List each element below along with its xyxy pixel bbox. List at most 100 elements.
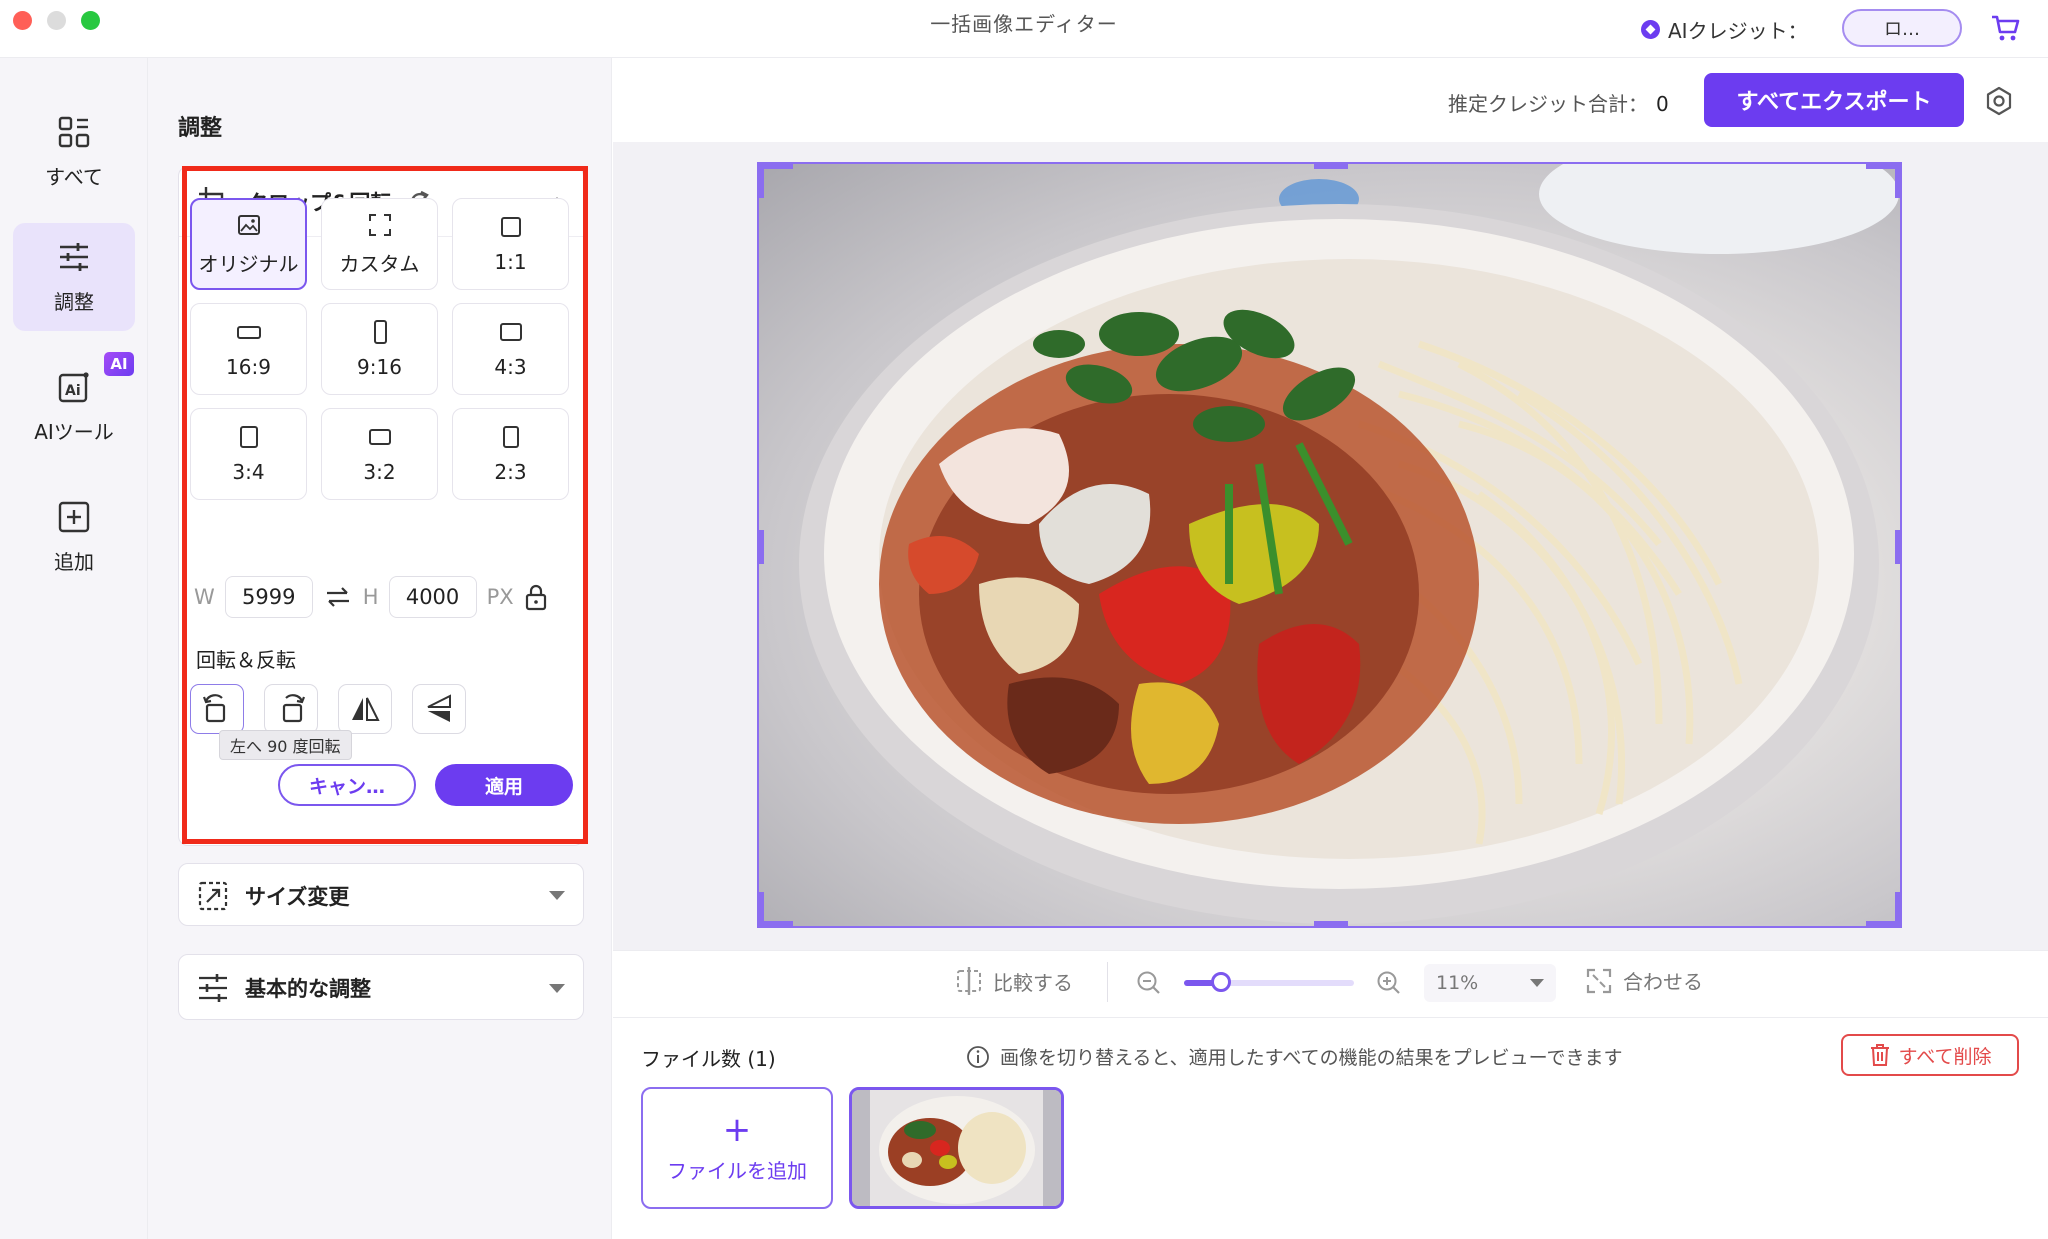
square-ratio-icon: [500, 217, 521, 237]
unit-label: PX: [486, 585, 514, 609]
estimated-credit-value: 0: [1656, 92, 1669, 116]
add-file-label: ファイルを追加: [667, 1158, 807, 1183]
expand-icon[interactable]: [549, 983, 565, 993]
info-icon: [967, 1045, 989, 1068]
rotate-left-button[interactable]: [190, 684, 244, 734]
preview-info: 画像を切り替えると、適用したすべての機能の結果をプレビューできます: [966, 1043, 1622, 1070]
flip-vertical-icon: [427, 694, 451, 722]
image-icon: [237, 214, 260, 235]
expand-icon[interactable]: [549, 891, 565, 900]
ratio-9-16[interactable]: 9:16: [321, 303, 438, 395]
crop-handle[interactable]: [759, 921, 793, 926]
ai-credit-label: AIクレジット：: [1668, 18, 1808, 43]
rotate-tooltip: 左へ 90 度回転: [219, 730, 352, 760]
ratio-original[interactable]: オリジナル: [190, 198, 307, 290]
ratio-label: 3:4: [232, 460, 265, 484]
crop-handle[interactable]: [759, 164, 764, 198]
crop-handle[interactable]: [1314, 164, 1348, 169]
rotate-left-icon: [202, 694, 226, 723]
zoom-value: 11%: [1436, 972, 1479, 994]
delete-all-button[interactable]: すべて削除: [1841, 1034, 2019, 1076]
aspect-ratio-grid: オリジナル カスタム 1:1 16:9 9:16 4:3 3:4 3:2 2:3: [190, 198, 569, 500]
ratio-label: 9:16: [357, 355, 402, 379]
preview-image[interactable]: [757, 162, 1902, 928]
login-button[interactable]: ロ…: [1842, 9, 1962, 47]
ratio-16-9[interactable]: 16:9: [190, 303, 307, 395]
fit-icon: [1586, 968, 1612, 993]
cart-icon[interactable]: [1990, 14, 2020, 42]
compare-label: 比較する: [993, 970, 1073, 995]
delete-all-label: すべて削除: [1898, 1045, 1992, 1068]
basic-adjust-card[interactable]: 基本的な調整: [178, 954, 584, 1020]
ratio-custom[interactable]: カスタム: [321, 198, 438, 290]
crop-handle[interactable]: [1895, 892, 1900, 926]
tall-ratio-icon: [373, 320, 387, 344]
ai-credit: AIクレジット：: [1641, 14, 1808, 44]
thumbnail-image: [852, 1090, 1061, 1206]
rotate-right-button[interactable]: [264, 684, 318, 734]
chevron-down-icon: [1530, 979, 1544, 987]
file-count: ファイル数 (1): [641, 1047, 776, 1071]
flip-horizontal-button[interactable]: [338, 684, 392, 734]
plus-icon: +: [722, 1109, 752, 1150]
settings-icon[interactable]: [1984, 86, 2014, 116]
nav-item-all[interactable]: すべて: [13, 98, 135, 206]
estimated-credit-label: 推定クレジット合計：: [1448, 92, 1648, 116]
ai-badge: AI: [104, 352, 134, 376]
add-file-button[interactable]: + ファイルを追加: [641, 1087, 833, 1209]
width-input[interactable]: 5999: [224, 576, 313, 618]
zoom-out-icon[interactable]: [1136, 970, 1162, 996]
flip-vertical-button[interactable]: [412, 684, 466, 734]
basic-adjust-title: 基本的な調整: [245, 977, 371, 1001]
grid-icon: [58, 116, 90, 147]
crop-handle[interactable]: [1314, 921, 1348, 926]
landscape-ratio-icon: [368, 429, 391, 445]
nav-item-add[interactable]: 追加: [13, 483, 135, 591]
resize-card[interactable]: サイズ変更: [178, 863, 584, 926]
nav-label-all: すべて: [45, 164, 103, 189]
trash-icon: [1870, 1044, 1889, 1066]
apply-button[interactable]: 適用: [435, 764, 573, 806]
crop-handle[interactable]: [1895, 164, 1900, 198]
add-icon: [58, 501, 90, 532]
compare-icon: [957, 967, 981, 995]
crop-handle[interactable]: [759, 530, 764, 564]
export-all-button[interactable]: すべてエクスポート: [1704, 73, 1964, 127]
ratio-3-2[interactable]: 3:2: [321, 408, 438, 500]
ratio-2-3[interactable]: 2:3: [452, 408, 569, 500]
ratio-4-3[interactable]: 4:3: [452, 303, 569, 395]
title-bar: 一括画像エディター AIクレジット： ロ…: [0, 0, 2048, 58]
ratio-label: 2:3: [494, 460, 527, 484]
ai-credit-icon: [1641, 19, 1660, 39]
fit-label: 合わせる: [1623, 970, 1703, 994]
lock-icon[interactable]: [524, 583, 548, 611]
compare-button[interactable]: 比較する: [955, 966, 1073, 996]
landscape-ratio-icon: [499, 323, 522, 341]
nav-item-adjust[interactable]: 調整: [13, 223, 135, 331]
file-thumbnail[interactable]: [849, 1087, 1064, 1209]
ratio-3-4[interactable]: 3:4: [190, 408, 307, 500]
rotate-right-icon: [282, 694, 306, 723]
rotate-flip-title: 回転＆反転: [196, 648, 296, 672]
estimated-credit: 推定クレジット合計： 0: [1448, 88, 1669, 117]
ratio-label: オリジナル: [198, 251, 299, 276]
height-input[interactable]: 4000: [388, 576, 477, 618]
ratio-label: 4:3: [494, 355, 527, 379]
swap-icon[interactable]: [323, 584, 353, 610]
crop-handle[interactable]: [759, 164, 793, 169]
ai-tool-icon: Ai: [58, 371, 89, 402]
crop-handle[interactable]: [1895, 530, 1900, 564]
dimensions-row: W 5999 H 4000 PX: [194, 576, 548, 618]
crop-handle[interactable]: [759, 892, 764, 926]
panel-title: 調整: [178, 116, 223, 141]
wide-ratio-icon: [236, 326, 261, 339]
zoom-in-icon[interactable]: [1376, 970, 1402, 996]
sliders-icon: [199, 974, 227, 1002]
ratio-1-1[interactable]: 1:1: [452, 198, 569, 290]
flip-horizontal-icon: [352, 697, 380, 721]
fit-button[interactable]: 合わせる: [1585, 966, 1703, 995]
width-label: W: [194, 585, 215, 609]
rotate-flip-row: [190, 684, 466, 734]
zoom-select[interactable]: 11%: [1424, 964, 1556, 1002]
cancel-button[interactable]: キャン…: [278, 764, 416, 806]
